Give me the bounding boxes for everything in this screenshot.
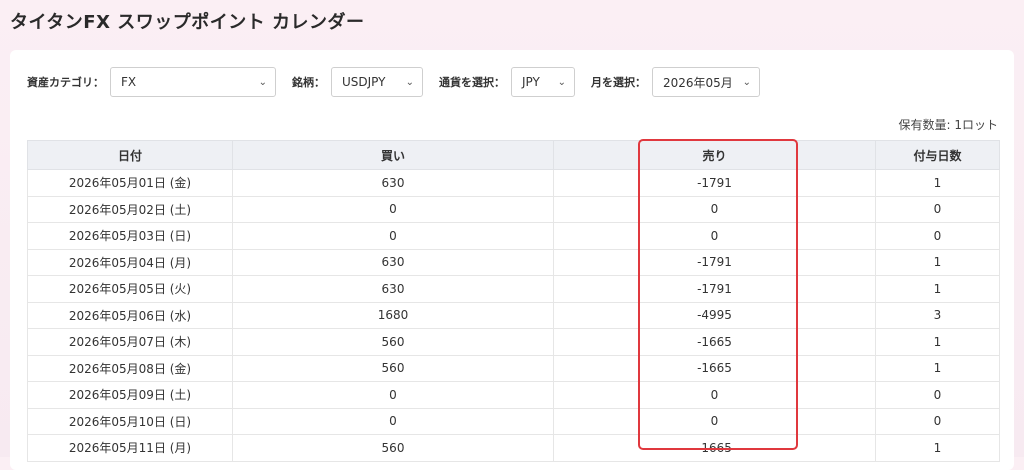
days-cell: 0 — [875, 222, 1000, 250]
sell-cell: 0 — [553, 407, 876, 435]
month-label: 月を選択： — [591, 76, 646, 89]
buy-cell: 0 — [232, 407, 554, 435]
buy-cell: 1680 — [232, 301, 554, 329]
symbol-value: USDJPY — [342, 75, 386, 89]
asset-category-label: 資産カテゴリ： — [27, 76, 104, 89]
date-cell: 2026年05月09日 (土) — [27, 381, 233, 409]
sell-cell: -1791 — [553, 275, 876, 303]
buy-cell: 0 — [232, 381, 554, 409]
header-days: 付与日数 — [875, 140, 1000, 170]
asset-category-value: FX — [121, 75, 137, 89]
sell-cell: 0 — [553, 381, 876, 409]
days-cell: 1 — [875, 354, 1000, 382]
buy-cell: 560 — [232, 328, 554, 356]
days-cell: 1 — [875, 434, 1000, 462]
table-body: 2026年05月01日 (金) 630 -1791 1 2026年05月02日 (土) 0… — [27, 169, 1000, 462]
header-date: 日付 — [27, 140, 233, 170]
currency-label: 通貨を選択： — [439, 76, 505, 89]
month-select[interactable]: 2026年05月 ⌄ — [652, 67, 760, 97]
table-row: 2026年05月01日 (金) 630 -1791 1 — [27, 169, 1000, 197]
filter-bar: 資産カテゴリ： FX ⌄ 銘柄： USDJPY ⌄ 通貨を選択： JPY ⌄ 月… — [27, 66, 776, 98]
chevron-down-icon: ⌄ — [557, 76, 566, 88]
buy-cell: 560 — [232, 354, 554, 382]
days-cell: 1 — [875, 275, 1000, 303]
buy-cell: 0 — [232, 195, 554, 223]
table-row: 2026年05月09日 (土) 0 0 0 — [27, 381, 1000, 409]
asset-category-select[interactable]: FX ⌄ — [110, 67, 276, 97]
sell-cell: -1791 — [553, 248, 876, 276]
date-cell: 2026年05月04日 (月) — [27, 248, 233, 276]
days-cell: 1 — [875, 248, 1000, 276]
date-cell: 2026年05月05日 (火) — [27, 275, 233, 303]
sell-cell: 0 — [553, 222, 876, 250]
sell-cell: -1665 — [553, 434, 876, 462]
table-row: 2026年05月06日 (水) 1680 -4995 3 — [27, 301, 1000, 329]
chevron-down-icon: ⌄ — [258, 76, 267, 88]
symbol-select[interactable]: USDJPY ⌄ — [331, 67, 423, 97]
table-row: 2026年05月10日 (日) 0 0 0 — [27, 407, 1000, 435]
days-cell: 0 — [875, 195, 1000, 223]
date-cell: 2026年05月03日 (日) — [27, 222, 233, 250]
table-row: 2026年05月08日 (金) 560 -1665 1 — [27, 354, 1000, 382]
date-cell: 2026年05月02日 (土) — [27, 195, 233, 223]
buy-cell: 560 — [232, 434, 554, 462]
table-row: 2026年05月07日 (木) 560 -1665 1 — [27, 328, 1000, 356]
date-cell: 2026年05月08日 (金) — [27, 354, 233, 382]
table-row: 2026年05月05日 (火) 630 -1791 1 — [27, 275, 1000, 303]
sell-cell: -4995 — [553, 301, 876, 329]
holdings-quantity: 保有数量: 1ロット — [898, 118, 999, 132]
currency-value: JPY — [522, 75, 540, 89]
date-cell: 2026年05月06日 (水) — [27, 301, 233, 329]
symbol-label: 銘柄： — [292, 76, 325, 89]
chevron-down-icon: ⌄ — [742, 76, 751, 88]
buy-cell: 630 — [232, 169, 554, 197]
days-cell: 1 — [875, 169, 1000, 197]
date-cell: 2026年05月11日 (月) — [27, 434, 233, 462]
table-row: 2026年05月04日 (月) 630 -1791 1 — [27, 248, 1000, 276]
date-cell: 2026年05月01日 (金) — [27, 169, 233, 197]
chevron-down-icon: ⌄ — [405, 76, 414, 88]
table-row: 2026年05月11日 (月) 560 -1665 1 — [27, 434, 1000, 462]
table-row: 2026年05月02日 (土) 0 0 0 — [27, 195, 1000, 223]
date-cell: 2026年05月07日 (木) — [27, 328, 233, 356]
date-cell: 2026年05月10日 (日) — [27, 407, 233, 435]
header-sell: 売り — [553, 140, 876, 170]
days-cell: 0 — [875, 407, 1000, 435]
sell-cell: -1665 — [553, 354, 876, 382]
page-title: タイタンFX スワップポイント カレンダー — [10, 12, 365, 33]
swap-table: 日付 買い 売り 付与日数 2026年05月01日 (金) 630 -1791 1 20… — [27, 140, 1000, 462]
month-value: 2026年05月 — [663, 75, 733, 90]
table-header-row: 日付 買い 売り 付与日数 — [27, 140, 1000, 170]
buy-cell: 0 — [232, 222, 554, 250]
currency-select[interactable]: JPY ⌄ — [511, 67, 575, 97]
sell-cell: -1791 — [553, 169, 876, 197]
buy-cell: 630 — [232, 248, 554, 276]
sell-cell: -1665 — [553, 328, 876, 356]
table-row: 2026年05月03日 (日) 0 0 0 — [27, 222, 1000, 250]
main-panel: 資産カテゴリ： FX ⌄ 銘柄： USDJPY ⌄ 通貨を選択： JPY ⌄ 月… — [10, 50, 1014, 470]
days-cell: 1 — [875, 328, 1000, 356]
days-cell: 0 — [875, 381, 1000, 409]
header-buy: 買い — [232, 140, 554, 170]
sell-cell: 0 — [553, 195, 876, 223]
buy-cell: 630 — [232, 275, 554, 303]
days-cell: 3 — [875, 301, 1000, 329]
